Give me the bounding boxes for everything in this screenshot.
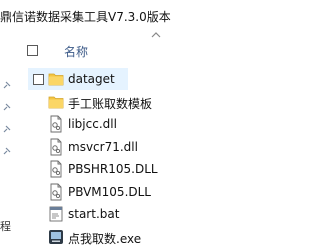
- dll-file-icon: [48, 115, 64, 133]
- bat-file-icon: [48, 205, 64, 223]
- pin-icon[interactable]: [2, 146, 12, 156]
- file-list-item[interactable]: 手工账取数模板: [22, 91, 252, 113]
- file-name: start.bat: [68, 207, 120, 221]
- file-name: 手工账取数模板: [68, 97, 153, 111]
- file-name: dataget: [68, 72, 115, 86]
- dll-file-icon: [48, 160, 64, 178]
- nav-item-label[interactable]: 程: [0, 218, 14, 234]
- pin-icon[interactable]: [2, 102, 12, 112]
- name-column-header[interactable]: 名称: [64, 43, 88, 60]
- navigation-pane: 程: [0, 30, 22, 247]
- pin-icon[interactable]: [2, 80, 12, 90]
- exe-file-icon: [48, 228, 64, 246]
- file-name: PBVM105.DLL: [68, 185, 151, 199]
- file-list-item[interactable]: PBVM105.DLL: [22, 181, 252, 203]
- file-list-item[interactable]: dataget: [22, 68, 252, 90]
- select-all-checkbox[interactable]: [27, 45, 38, 56]
- item-checkbox[interactable]: [33, 74, 44, 85]
- column-header-row: 名称: [22, 40, 252, 62]
- file-list-item[interactable]: libjcc.dll: [22, 113, 252, 135]
- file-list-item[interactable]: PBSHR105.DLL: [22, 158, 252, 180]
- folder-icon: [48, 93, 64, 111]
- pin-icon[interactable]: [2, 124, 12, 134]
- file-name: libjcc.dll: [68, 117, 117, 131]
- sort-chevron-icon[interactable]: [150, 31, 162, 39]
- dll-file-icon: [48, 138, 64, 156]
- title-bar: 鼎信诺数据采集工具V7.3.0版本: [0, 0, 252, 30]
- dll-file-icon: [48, 183, 64, 201]
- file-name: PBSHR105.DLL: [68, 162, 158, 176]
- file-list-item[interactable]: msvcr71.dll: [22, 136, 252, 158]
- file-name: 点我取数.exe: [68, 232, 142, 246]
- window-title: 鼎信诺数据采集工具V7.3.0版本: [0, 10, 171, 24]
- file-list-item[interactable]: 点我取数.exe: [22, 226, 252, 248]
- file-list-item[interactable]: start.bat: [22, 203, 252, 225]
- file-name: msvcr71.dll: [68, 140, 138, 154]
- folder-icon: [48, 70, 64, 88]
